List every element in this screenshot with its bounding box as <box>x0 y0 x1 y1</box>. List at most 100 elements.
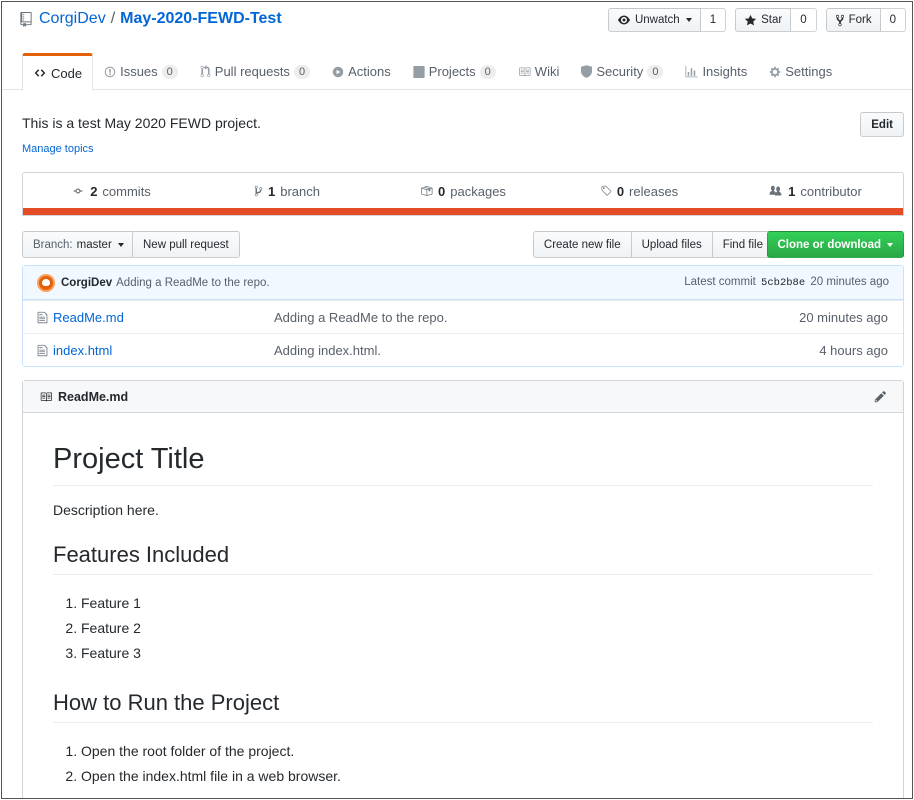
repo-actions: Unwatch 1 Star 0 Fork 0 <box>607 8 906 32</box>
book-icon <box>518 66 531 78</box>
run-steps-list: Open the root folder of the project. Ope… <box>53 739 873 789</box>
issue-icon <box>104 66 116 78</box>
branch-count: 1 <box>268 183 276 199</box>
commit-icon <box>71 186 85 196</box>
gear-icon <box>769 66 781 78</box>
language-bar[interactable] <box>23 208 903 215</box>
repo-title: CorgiDev / May-2020-FEWD-Test <box>20 10 282 28</box>
fork-group: Fork 0 <box>825 8 906 32</box>
tab-pull-requests[interactable]: Pull requests 0 <box>189 53 321 90</box>
pencil-icon[interactable] <box>874 390 887 403</box>
create-new-file-button[interactable]: Create new file <box>532 231 632 258</box>
tab-settings[interactable]: Settings <box>758 53 843 90</box>
security-counter: 0 <box>647 64 664 79</box>
people-icon <box>768 185 783 197</box>
branch-label: branch <box>280 183 320 199</box>
new-pull-request-button[interactable]: New pull request <box>132 231 240 258</box>
file-icon <box>37 344 48 357</box>
contributor-count: 1 <box>788 183 796 199</box>
tab-label: Settings <box>785 64 833 79</box>
file-age: 4 hours ago <box>819 342 888 358</box>
readme-title: Project Title <box>53 443 873 486</box>
tab-label: Insights <box>702 64 748 79</box>
issues-counter: 0 <box>161 64 178 79</box>
star-group: Star 0 <box>735 8 817 32</box>
file-name-link[interactable]: index.html <box>53 343 274 358</box>
play-icon <box>332 66 344 78</box>
commits-label: commits <box>102 183 151 199</box>
star-button[interactable]: Star <box>735 8 792 32</box>
file-name-link[interactable]: ReadMe.md <box>53 310 274 325</box>
clone-label: Clone or download <box>777 238 882 251</box>
watch-label: Unwatch <box>634 14 680 26</box>
packages-count: 0 <box>438 183 446 199</box>
project-icon <box>413 65 425 78</box>
tab-label: Actions <box>348 64 391 79</box>
commit-author-link[interactable]: CorgiDev <box>61 277 112 289</box>
shield-icon <box>581 65 593 78</box>
repo-header: CorgiDev / May-2020-FEWD-Test Unwatch 1 … <box>2 2 912 91</box>
tab-label: Pull requests <box>214 64 290 79</box>
readme-panel: ReadMe.md Project Title Description here… <box>22 380 904 798</box>
manage-topics-link[interactable]: Manage topics <box>22 143 94 155</box>
commit-sha-link[interactable]: 5cb2b8e <box>761 277 805 289</box>
commits-count: 2 <box>90 183 98 199</box>
commit-age: 20 minutes ago <box>810 276 889 288</box>
file-row: ReadMe.md Adding a ReadMe to the repo. 2… <box>23 300 903 333</box>
watch-group: Unwatch 1 <box>607 8 727 32</box>
list-item: Open the root folder of the project. <box>81 739 873 764</box>
commit-message-link[interactable]: Adding a ReadMe to the repo. <box>116 277 269 289</box>
branch-select-button[interactable]: Branch: master <box>22 231 135 258</box>
watch-button[interactable]: Unwatch <box>607 8 701 32</box>
contributor-label: contributor <box>800 183 862 199</box>
tab-insights[interactable]: Insights <box>674 53 758 90</box>
tab-actions[interactable]: Actions <box>321 53 402 90</box>
features-heading: Features Included <box>53 542 873 575</box>
list-item: Feature 3 <box>81 641 873 666</box>
tab-label: Issues <box>120 64 158 79</box>
pull-requests-counter: 0 <box>293 64 311 79</box>
features-list: Feature 1 Feature 2 Feature 3 <box>53 591 873 666</box>
tag-icon <box>600 185 612 197</box>
repo-owner-link[interactable]: CorgiDev <box>39 10 106 28</box>
list-item: Feature 1 <box>81 591 873 616</box>
star-label: Star <box>761 14 783 26</box>
run-heading: How to Run the Project <box>53 690 873 723</box>
file-commit-message-link[interactable]: Adding a ReadMe to the repo. <box>274 310 447 325</box>
tab-security[interactable]: Security 0 <box>570 53 674 90</box>
branch-name: master <box>76 238 112 251</box>
star-icon <box>744 14 757 27</box>
repo-nav-tabs: Code Issues 0 Pull requests 0 Actions Pr… <box>22 53 843 91</box>
fork-count[interactable]: 0 <box>880 8 906 32</box>
tab-issues[interactable]: Issues 0 <box>93 53 189 90</box>
book-icon <box>39 391 53 403</box>
edit-description-button[interactable]: Edit <box>860 112 904 137</box>
repo-name-link[interactable]: May-2020-FEWD-Test <box>120 10 282 28</box>
fork-button[interactable]: Fork <box>825 8 881 32</box>
repo-description: This is a test May 2020 FEWD project. <box>22 115 261 131</box>
file-browser: CorgiDev Adding a ReadMe to the repo. La… <box>22 265 904 367</box>
fork-label: Fork <box>848 14 872 26</box>
tab-wiki[interactable]: Wiki <box>507 53 571 90</box>
readme-filename: ReadMe.md <box>58 389 129 404</box>
branch-icon <box>254 185 263 197</box>
repo-icon <box>20 12 32 27</box>
numbers-summary: 2 commits 1 branch 0 packages 0 releases… <box>22 172 904 216</box>
star-count[interactable]: 0 <box>791 8 817 32</box>
tab-label: Projects <box>428 64 476 79</box>
package-icon <box>420 185 433 197</box>
watch-count[interactable]: 1 <box>700 8 727 32</box>
upload-files-button[interactable]: Upload files <box>630 231 713 258</box>
find-file-button[interactable]: Find file <box>711 231 774 258</box>
clone-or-download-button[interactable]: Clone or download <box>766 231 904 258</box>
chevron-down-icon <box>685 18 692 22</box>
tab-projects[interactable]: Projects 0 <box>402 53 507 90</box>
avatar[interactable] <box>37 273 55 292</box>
readme-header: ReadMe.md <box>23 381 903 413</box>
file-commit-message-link[interactable]: Adding index.html. <box>274 343 381 358</box>
tab-code[interactable]: Code <box>22 53 94 91</box>
readme-description: Description here. <box>53 502 159 518</box>
readme-content: Project Title Description here. Features… <box>23 413 903 789</box>
file-actions: Create new file Upload files Find file <box>532 231 774 258</box>
branch-prefix: Branch: <box>33 238 73 251</box>
